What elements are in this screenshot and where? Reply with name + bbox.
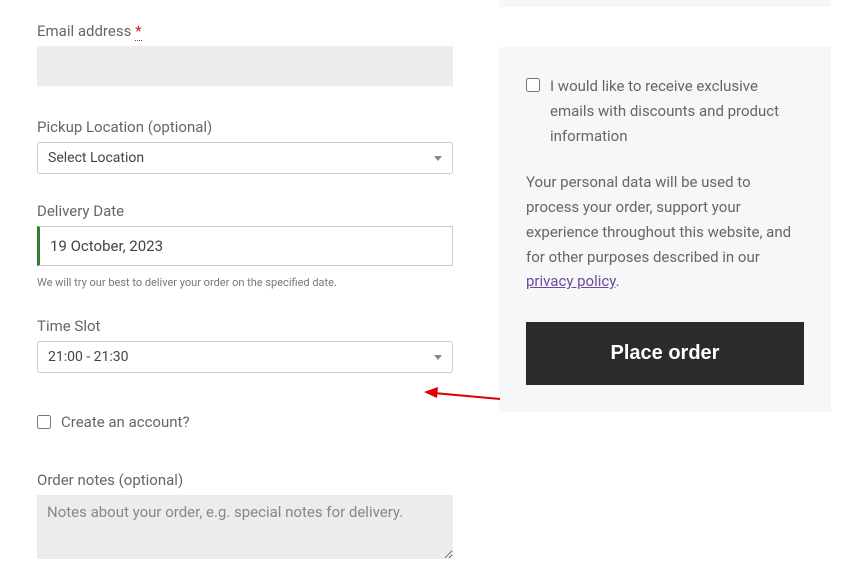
privacy-notice: Your personal data will be used to proce…: [526, 170, 804, 294]
marketing-opt-in-label: I would like to receive exclusive emails…: [550, 74, 804, 148]
order-summary-panel: I would like to receive exclusive emails…: [499, 47, 831, 412]
delivery-date-label: Delivery Date: [37, 202, 453, 220]
annotation-arrow-icon: [422, 385, 502, 405]
email-label: Email address *: [37, 22, 453, 40]
pickup-label: Pickup Location (optional): [37, 118, 453, 136]
chevron-down-icon: [434, 156, 442, 161]
delivery-date-hint: We will try our best to deliver your ord…: [37, 276, 453, 289]
marketing-opt-in-checkbox[interactable]: [526, 78, 540, 92]
time-slot-selected: 21:00 - 21:30: [48, 349, 129, 365]
panel-spacer: [499, 0, 831, 7]
chevron-down-icon: [434, 355, 442, 360]
pickup-selected: Select Location: [48, 150, 144, 166]
order-notes-field[interactable]: [37, 495, 453, 559]
email-field[interactable]: [37, 46, 453, 86]
order-notes-label: Order notes (optional): [37, 471, 453, 489]
place-order-button[interactable]: Place order: [526, 322, 804, 385]
pickup-select[interactable]: Select Location: [37, 142, 453, 174]
time-slot-label: Time Slot: [37, 317, 453, 335]
checkout-left-column: Email address * Pickup Location (optiona…: [37, 0, 453, 563]
create-account-checkbox[interactable]: [37, 415, 51, 429]
delivery-date-field[interactable]: 19 October, 2023: [37, 226, 453, 266]
time-slot-select[interactable]: 21:00 - 21:30: [37, 341, 453, 373]
checkout-right-column: I would like to receive exclusive emails…: [499, 0, 831, 412]
privacy-policy-link[interactable]: privacy policy: [526, 272, 616, 290]
create-account-label: Create an account?: [61, 413, 190, 431]
required-asterisk: *: [135, 22, 141, 41]
